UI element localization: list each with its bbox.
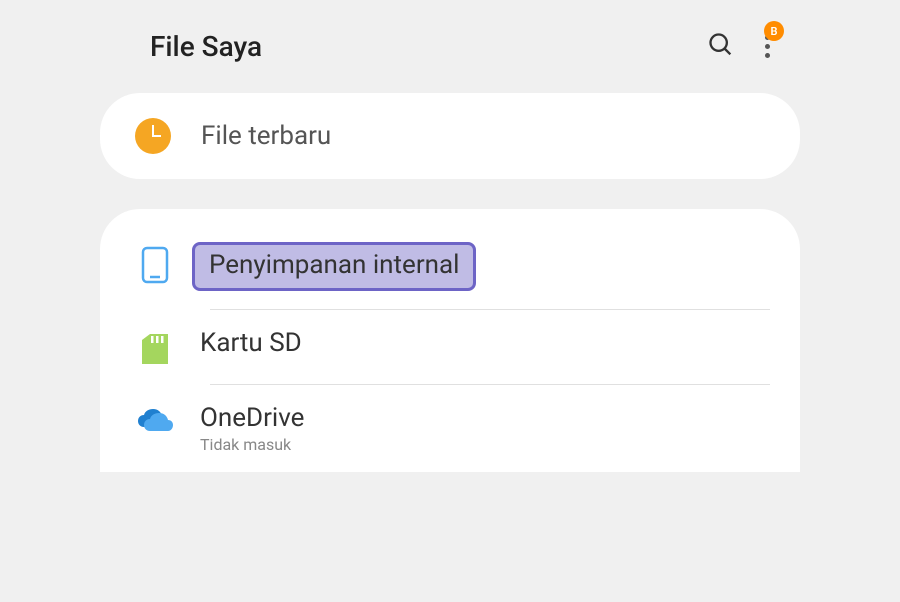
sdcard-item[interactable]: Kartu SD [130,310,770,384]
onedrive-label: OneDrive [200,403,304,433]
internal-storage-label: Penyimpanan internal [209,250,459,280]
recent-files-item[interactable]: File terbaru [100,93,800,179]
search-icon [707,31,735,59]
menu-button[interactable]: B [765,35,770,58]
notification-badge: B [764,21,784,41]
onedrive-icon [136,407,174,433]
phone-icon [141,246,169,284]
internal-storage-item[interactable]: Penyimpanan internal [130,224,770,309]
sdcard-label: Kartu SD [200,328,302,358]
onedrive-item[interactable]: OneDrive Tidak masuk [130,385,770,472]
recent-files-label: File terbaru [201,121,331,151]
clock-icon [135,118,171,154]
onedrive-sublabel: Tidak masuk [200,435,304,454]
internal-storage-highlight: Penyimpanan internal [192,242,476,291]
search-button[interactable] [707,31,735,63]
page-title: File Saya [150,30,262,63]
app-header: File Saya B [100,20,800,93]
storage-list: Penyimpanan internal Kartu SD [100,209,800,472]
sdcard-icon [140,332,170,366]
